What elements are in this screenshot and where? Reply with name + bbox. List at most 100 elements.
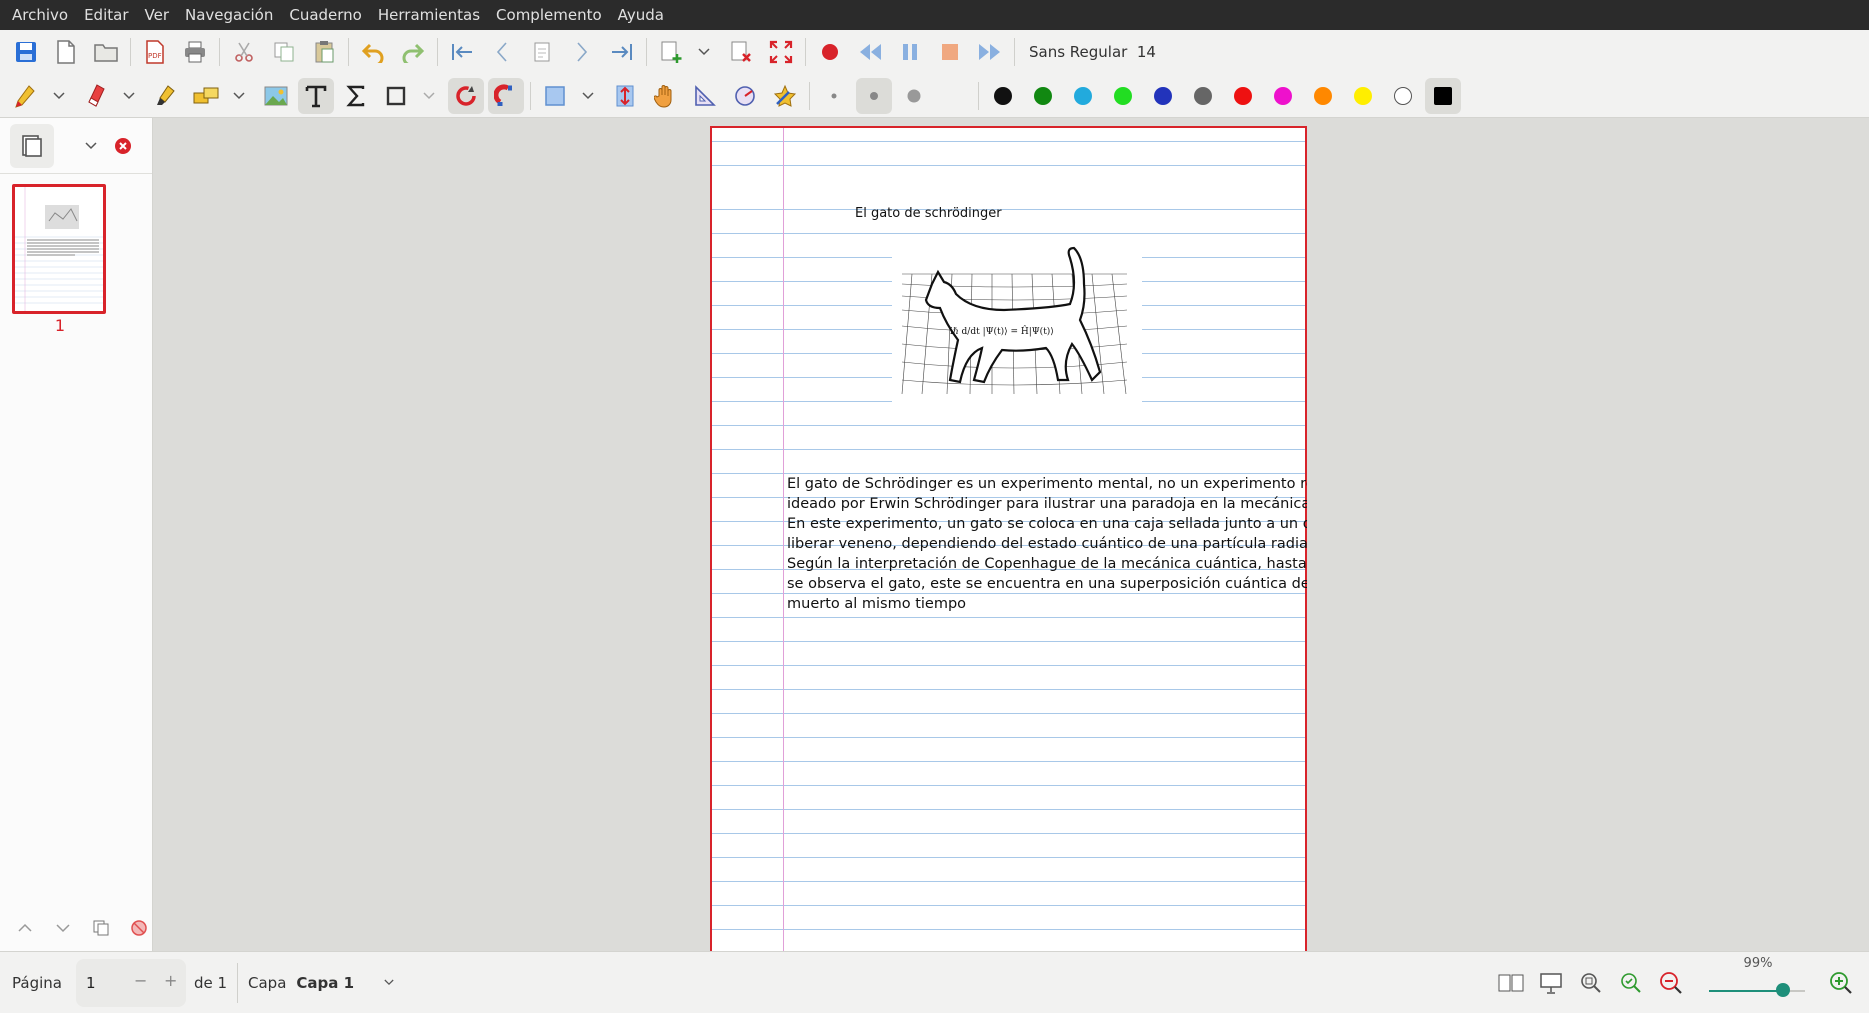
last-page-button[interactable] xyxy=(604,34,640,70)
color-swatch[interactable] xyxy=(1025,78,1061,114)
menu-ayuda[interactable]: Ayuda xyxy=(610,6,672,24)
thickness-fine[interactable] xyxy=(816,78,852,114)
cut-button[interactable] xyxy=(226,34,262,70)
pause-button[interactable] xyxy=(892,34,928,70)
move-page-down-button[interactable] xyxy=(48,913,78,943)
menu-navegacion[interactable]: Navegación xyxy=(177,6,281,24)
color-swatch[interactable] xyxy=(985,78,1021,114)
zoom-in-button[interactable] xyxy=(1823,965,1859,1001)
duplicate-page-button[interactable] xyxy=(86,913,116,943)
color-swatch[interactable] xyxy=(1425,77,1461,114)
menu-editar[interactable]: Editar xyxy=(76,6,136,24)
fill-toggle[interactable] xyxy=(537,78,573,114)
remove-page-button[interactable] xyxy=(124,913,154,943)
image-tool[interactable] xyxy=(258,78,294,114)
print-button[interactable] xyxy=(177,34,213,70)
close-sidebar-button[interactable] xyxy=(110,133,136,159)
font-selector[interactable]: Sans Regular 14 xyxy=(1029,43,1156,61)
shape-dropdown[interactable] xyxy=(418,78,440,114)
layer-value[interactable]: Capa 1 xyxy=(296,974,354,992)
setsquare-tool[interactable] xyxy=(687,78,723,114)
vertical-space-tool[interactable] xyxy=(607,78,643,114)
color-swatch[interactable] xyxy=(1265,78,1301,114)
color-dot-icon xyxy=(1314,86,1332,105)
zoom-slider[interactable]: 99% xyxy=(1703,952,1813,1013)
shape-recognizer-toggle[interactable] xyxy=(448,77,484,114)
sidebar-view-dropdown[interactable] xyxy=(80,128,102,164)
open-button[interactable] xyxy=(88,34,124,70)
zoom-100-button[interactable] xyxy=(1613,965,1649,1001)
page-number-input[interactable]: 1 − + xyxy=(75,958,186,1007)
redo-button[interactable] xyxy=(395,34,431,70)
chevron-down-icon xyxy=(56,924,70,933)
first-page-button[interactable] xyxy=(444,34,480,70)
delete-page-button[interactable] xyxy=(723,34,759,70)
save-button[interactable] xyxy=(8,34,44,70)
record-button[interactable] xyxy=(812,34,848,70)
hand-tool[interactable] xyxy=(647,78,683,114)
layer-dropdown[interactable] xyxy=(378,965,400,1001)
zoom-fit-button[interactable] xyxy=(1573,965,1609,1001)
shape-tool[interactable] xyxy=(378,78,414,114)
previous-page-button[interactable] xyxy=(484,34,520,70)
export-pdf-button[interactable]: PDF xyxy=(137,34,173,70)
undo-button[interactable] xyxy=(355,34,391,70)
menu-archivo[interactable]: Archivo xyxy=(4,6,76,24)
fill-dropdown[interactable] xyxy=(577,78,599,114)
chevron-down-icon xyxy=(698,48,710,56)
fast-forward-button[interactable] xyxy=(972,34,1008,70)
color-swatch[interactable] xyxy=(1225,78,1261,114)
page-body-text[interactable]: El gato de Schrödinger es un experimento… xyxy=(787,474,1307,614)
rewind-button[interactable] xyxy=(852,34,888,70)
pen-dropdown[interactable] xyxy=(48,78,70,114)
color-swatch[interactable] xyxy=(1345,78,1381,114)
paste-button[interactable] xyxy=(306,34,342,70)
zoom-handle[interactable] xyxy=(1775,983,1790,997)
page-increment-button[interactable]: + xyxy=(164,971,177,990)
select-tool[interactable] xyxy=(188,78,224,114)
color-swatch[interactable] xyxy=(1385,78,1421,114)
color-swatch[interactable] xyxy=(1305,78,1341,114)
select-dropdown[interactable] xyxy=(228,78,250,114)
next-page-button[interactable] xyxy=(564,34,600,70)
snap-toggle[interactable] xyxy=(488,77,524,114)
add-page-button[interactable] xyxy=(653,34,689,70)
copy-button[interactable] xyxy=(266,34,302,70)
zoom-out-button[interactable] xyxy=(1653,965,1689,1001)
color-swatch[interactable] xyxy=(1145,78,1181,114)
document-canvas[interactable]: El gato de schrödinger iℏ d/dt |Ψ(t)⟩ = … xyxy=(154,118,1869,951)
notebook-page[interactable]: El gato de schrödinger iℏ d/dt |Ψ(t)⟩ = … xyxy=(710,126,1307,951)
thickness-thick[interactable] xyxy=(896,78,932,114)
page-thumbnail[interactable] xyxy=(12,184,106,314)
schrodinger-cat-image[interactable]: iℏ d/dt |Ψ(t)⟩ = Ĥ|Ψ(t)⟩ xyxy=(892,244,1142,414)
pen-tool[interactable] xyxy=(8,78,44,114)
highlighter-tool[interactable] xyxy=(148,78,184,114)
thickness-medium[interactable] xyxy=(856,77,892,114)
color-picker-button[interactable] xyxy=(936,78,972,114)
add-page-dropdown[interactable] xyxy=(693,34,715,70)
menu-ver[interactable]: Ver xyxy=(137,6,178,24)
menu-cuaderno[interactable]: Cuaderno xyxy=(281,6,370,24)
eraser-dropdown[interactable] xyxy=(118,78,140,114)
page-decrement-button[interactable]: − xyxy=(134,971,147,990)
plugin-tool[interactable] xyxy=(767,78,803,114)
text-tool[interactable] xyxy=(298,77,334,114)
scissors-icon xyxy=(235,42,253,62)
move-page-up-button[interactable] xyxy=(10,913,40,943)
presentation-mode-button[interactable] xyxy=(1533,965,1569,1001)
fullscreen-button[interactable] xyxy=(763,34,799,70)
sidebar-view-button[interactable] xyxy=(10,123,54,168)
dual-page-button[interactable] xyxy=(1493,965,1529,1001)
eraser-tool[interactable] xyxy=(78,78,114,114)
page-title-text[interactable]: El gato de schrödinger xyxy=(855,206,1002,221)
new-button[interactable] xyxy=(48,34,84,70)
color-swatch[interactable] xyxy=(1185,78,1221,114)
menu-complemento[interactable]: Complemento xyxy=(488,6,610,24)
color-swatch[interactable] xyxy=(1065,78,1101,114)
goto-page-button[interactable] xyxy=(524,34,560,70)
color-swatch[interactable] xyxy=(1105,78,1141,114)
math-tool[interactable] xyxy=(338,78,374,114)
compass-tool[interactable] xyxy=(727,78,763,114)
stop-button[interactable] xyxy=(932,34,968,70)
menu-herramientas[interactable]: Herramientas xyxy=(370,6,488,24)
